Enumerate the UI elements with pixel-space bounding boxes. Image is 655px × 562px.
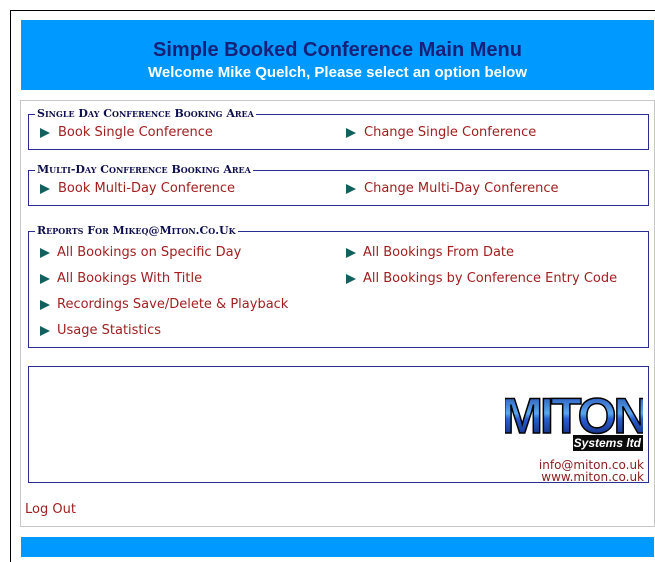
all-bookings-with-title-label: All Bookings With Title: [57, 271, 203, 286]
page-title: Simple Booked Conference Main Menu: [153, 39, 522, 61]
book-single-conference-link[interactable]: Book Single Conference: [40, 125, 213, 141]
single-day-legend: Single Day Conference Booking Area: [37, 107, 254, 120]
change-multi-day-conference-link[interactable]: Change Multi-Day Conference: [346, 181, 558, 197]
all-bookings-from-date-link[interactable]: All Bookings From Date: [346, 245, 514, 261]
arrow-right-icon: [346, 274, 356, 284]
arrow-right-icon: [40, 300, 50, 310]
arrow-right-icon: [40, 248, 50, 258]
recordings-label: Recordings Save/Delete & Playback: [57, 297, 289, 312]
change-single-conference-label: Change Single Conference: [364, 125, 537, 140]
change-single-conference-link[interactable]: Change Single Conference: [346, 125, 536, 141]
arrow-right-icon: [40, 274, 50, 284]
logo-tagline: Systems ltd: [574, 436, 642, 450]
arrow-right-icon: [40, 184, 50, 194]
book-multi-day-conference-link[interactable]: Book Multi-Day Conference: [40, 181, 235, 197]
usage-statistics-label: Usage Statistics: [57, 323, 162, 338]
all-bookings-by-entry-code-label: All Bookings by Conference Entry Code: [363, 271, 618, 286]
all-bookings-specific-day-label: All Bookings on Specific Day: [57, 245, 242, 260]
arrow-right-icon: [346, 248, 356, 258]
recordings-link[interactable]: Recordings Save/Delete & Playback: [40, 297, 288, 313]
all-bookings-by-entry-code-link[interactable]: All Bookings by Conference Entry Code: [346, 271, 617, 287]
miton-logo: MITON Systems ltd: [505, 383, 643, 455]
reports-legend: Reports For Mikeq@Miton.Co.Uk: [37, 224, 236, 237]
contact-website[interactable]: www.miton.co.uk: [541, 471, 644, 484]
arrow-right-icon: [346, 128, 356, 138]
usage-statistics-link[interactable]: Usage Statistics: [40, 323, 161, 339]
arrow-right-icon: [40, 128, 50, 138]
header-banner: Simple Booked Conference Main Menu Welco…: [21, 20, 654, 90]
welcome-message: Welcome Mike Quelch, Please select an op…: [147, 64, 527, 81]
log-out-link[interactable]: Log Out: [25, 502, 76, 517]
multi-day-legend: Multi-Day Conference Booking Area: [37, 163, 251, 176]
all-bookings-from-date-label: All Bookings From Date: [363, 245, 515, 260]
change-multi-day-conference-label: Change Multi-Day Conference: [364, 181, 559, 196]
arrow-right-icon: [40, 326, 50, 336]
footer-bar: [21, 537, 654, 557]
book-multi-day-conference-label: Book Multi-Day Conference: [58, 181, 236, 196]
all-bookings-with-title-link[interactable]: All Bookings With Title: [40, 271, 202, 287]
book-single-conference-label: Book Single Conference: [58, 125, 213, 140]
all-bookings-specific-day-link[interactable]: All Bookings on Specific Day: [40, 245, 241, 261]
arrow-right-icon: [346, 184, 356, 194]
company-info-box: MITON Systems ltd info@miton.co.uk www.m…: [28, 366, 649, 484]
main-content: Single Day Conference Booking Area Book …: [20, 100, 655, 527]
